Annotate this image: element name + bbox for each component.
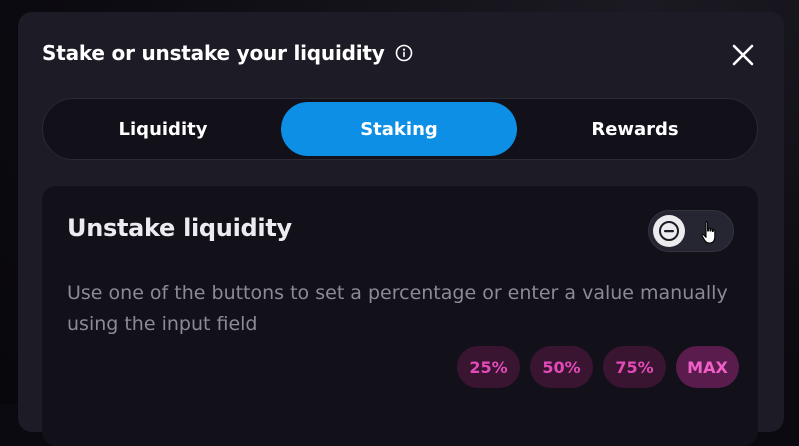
toggle-knob — [653, 215, 685, 247]
modal-title: Stake or unstake your liquidity — [42, 41, 385, 65]
tab-staking[interactable]: Staking — [281, 102, 517, 156]
stake-unstake-toggle[interactable] — [648, 210, 734, 252]
modal-header: Stake or unstake your liquidity — [42, 40, 413, 66]
info-icon[interactable] — [395, 44, 413, 62]
percent-50-button[interactable]: 50% — [530, 346, 593, 388]
tab-bar: Liquidity Staking Rewards — [42, 98, 758, 160]
panel-title: Unstake liquidity — [67, 214, 292, 242]
hand-pointer-icon — [701, 221, 716, 244]
close-button[interactable] — [730, 42, 756, 68]
close-icon — [732, 44, 754, 66]
unstake-panel: Unstake liquidity Use one of the buttons… — [42, 186, 758, 446]
max-button[interactable]: MAX — [676, 346, 739, 388]
tab-rewards[interactable]: Rewards — [517, 102, 753, 156]
percent-75-button[interactable]: 75% — [603, 346, 666, 388]
panel-description: Use one of the buttons to set a percenta… — [67, 282, 728, 335]
percent-button-group: 25% 50% 75% MAX — [457, 346, 739, 388]
percent-25-button[interactable]: 25% — [457, 346, 520, 388]
stake-modal: Stake or unstake your liquidity Liquidit… — [18, 12, 784, 446]
tab-liquidity[interactable]: Liquidity — [45, 102, 281, 156]
minus-icon — [659, 221, 679, 241]
